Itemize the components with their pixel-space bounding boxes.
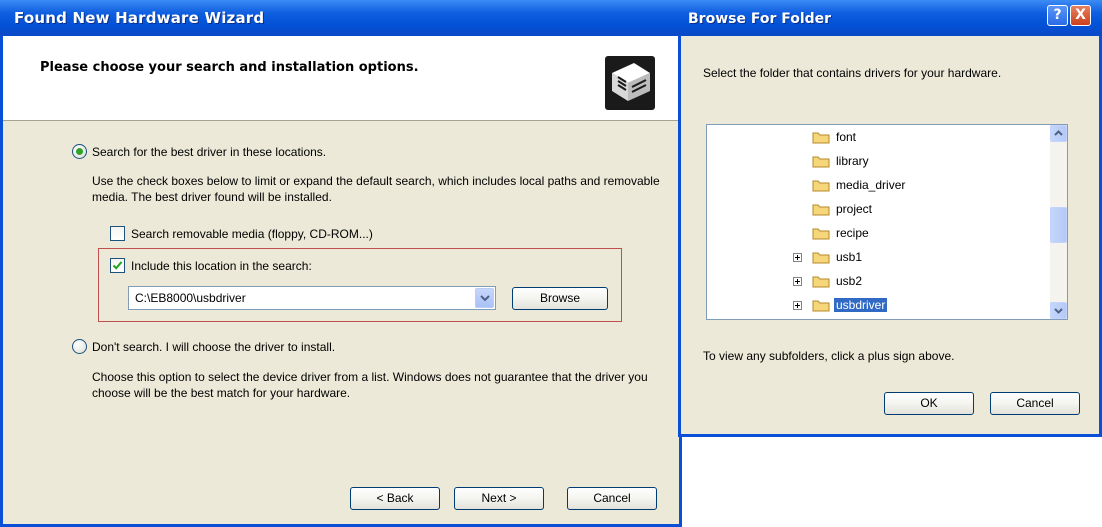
location-path-value[interactable]: C:\EB8000\usbdriver	[135, 291, 246, 305]
tree-item[interactable]: usb1	[707, 249, 1047, 267]
tree-item[interactable]: media_driver	[707, 177, 1047, 195]
folder-icon	[812, 180, 830, 192]
folder-icon	[812, 228, 830, 240]
folder-icon	[812, 276, 830, 288]
checkmark-icon	[112, 261, 123, 270]
chevron-down-icon	[480, 295, 490, 302]
tree-item-label[interactable]: usbdriver	[834, 298, 888, 312]
search-removable-media-checkbox[interactable]	[110, 226, 125, 241]
expand-plus-icon[interactable]	[793, 277, 802, 286]
wizard-title: Found New Hardware Wizard	[14, 9, 265, 27]
browse-title: Browse For Folder	[688, 11, 832, 27]
tree-item[interactable]: recipe	[707, 225, 1047, 243]
browse-instruction: Select the folder that contains drivers …	[703, 66, 1002, 80]
next-button[interactable]: Next >	[454, 487, 544, 510]
cancel-button[interactable]: Cancel	[567, 487, 657, 510]
dont-search-label[interactable]: Don't search. I will choose the driver t…	[92, 340, 335, 354]
tree-item[interactable]: font	[707, 129, 1047, 147]
expand-plus-icon[interactable]	[793, 301, 802, 310]
location-path-combobox[interactable]: C:\EB8000\usbdriver	[128, 286, 496, 310]
folder-icon	[812, 300, 830, 312]
browse-hint: To view any subfolders, click a plus sig…	[703, 349, 955, 363]
include-location-label[interactable]: Include this location in the search:	[131, 259, 312, 273]
tree-item-label[interactable]: recipe	[834, 226, 871, 240]
wizard-heading: Please choose your search and installati…	[40, 60, 419, 75]
tree-vertical-scrollbar[interactable]	[1050, 125, 1067, 319]
dont-search-description: Choose this option to select the device …	[92, 370, 648, 400]
location-dropdown-button[interactable]	[475, 288, 494, 308]
scroll-down-button[interactable]	[1050, 302, 1067, 319]
browse-cancel-button[interactable]: Cancel	[990, 392, 1080, 415]
tree-item[interactable]: library	[707, 153, 1047, 171]
chevron-up-icon	[1054, 130, 1063, 136]
folder-icon	[812, 132, 830, 144]
wizard-header	[3, 36, 679, 121]
search-best-driver-label[interactable]: Search for the best driver in these loca…	[92, 145, 326, 159]
folder-icon	[812, 156, 830, 168]
tree-item-label[interactable]: usb1	[834, 250, 864, 264]
tree-item[interactable]: usbdriver	[707, 297, 1047, 315]
tree-item-label[interactable]: project	[834, 202, 874, 216]
folder-tree[interactable]: font library media_driverproject recipe usb1…	[706, 124, 1068, 320]
tree-item-label[interactable]: font	[834, 130, 858, 144]
ok-button[interactable]: OK	[884, 392, 974, 415]
back-button[interactable]: < Back	[350, 487, 440, 510]
search-best-driver-radio[interactable]	[72, 144, 87, 159]
browse-button[interactable]: Browse	[512, 287, 608, 310]
wizard-title-bar[interactable]: Found New Hardware Wizard	[0, 0, 682, 36]
folder-icon	[812, 204, 830, 216]
close-button[interactable]: X	[1070, 5, 1091, 26]
tree-item[interactable]: project	[707, 201, 1047, 219]
browse-for-folder-dialog: Browse For Folder ? X Select the folder …	[678, 0, 1102, 437]
scroll-up-button[interactable]	[1050, 125, 1067, 142]
hardware-icon	[605, 56, 655, 110]
search-best-driver-description: Use the check boxes below to limit or ex…	[92, 174, 660, 204]
tree-item-label[interactable]: usb2	[834, 274, 864, 288]
search-removable-media-label[interactable]: Search removable media (floppy, CD-ROM..…	[131, 227, 373, 241]
dont-search-radio[interactable]	[72, 339, 87, 354]
folder-icon	[812, 252, 830, 264]
include-location-checkbox[interactable]	[110, 258, 125, 273]
tree-item-label[interactable]: library	[834, 154, 871, 168]
browse-title-bar[interactable]: Browse For Folder ? X	[678, 0, 1102, 36]
tree-item[interactable]: usb2	[707, 273, 1047, 291]
help-button[interactable]: ?	[1047, 5, 1068, 26]
tree-item-label[interactable]: media_driver	[834, 178, 907, 192]
chevron-down-icon	[1054, 308, 1063, 314]
scroll-thumb[interactable]	[1050, 207, 1067, 243]
expand-plus-icon[interactable]	[793, 253, 802, 262]
